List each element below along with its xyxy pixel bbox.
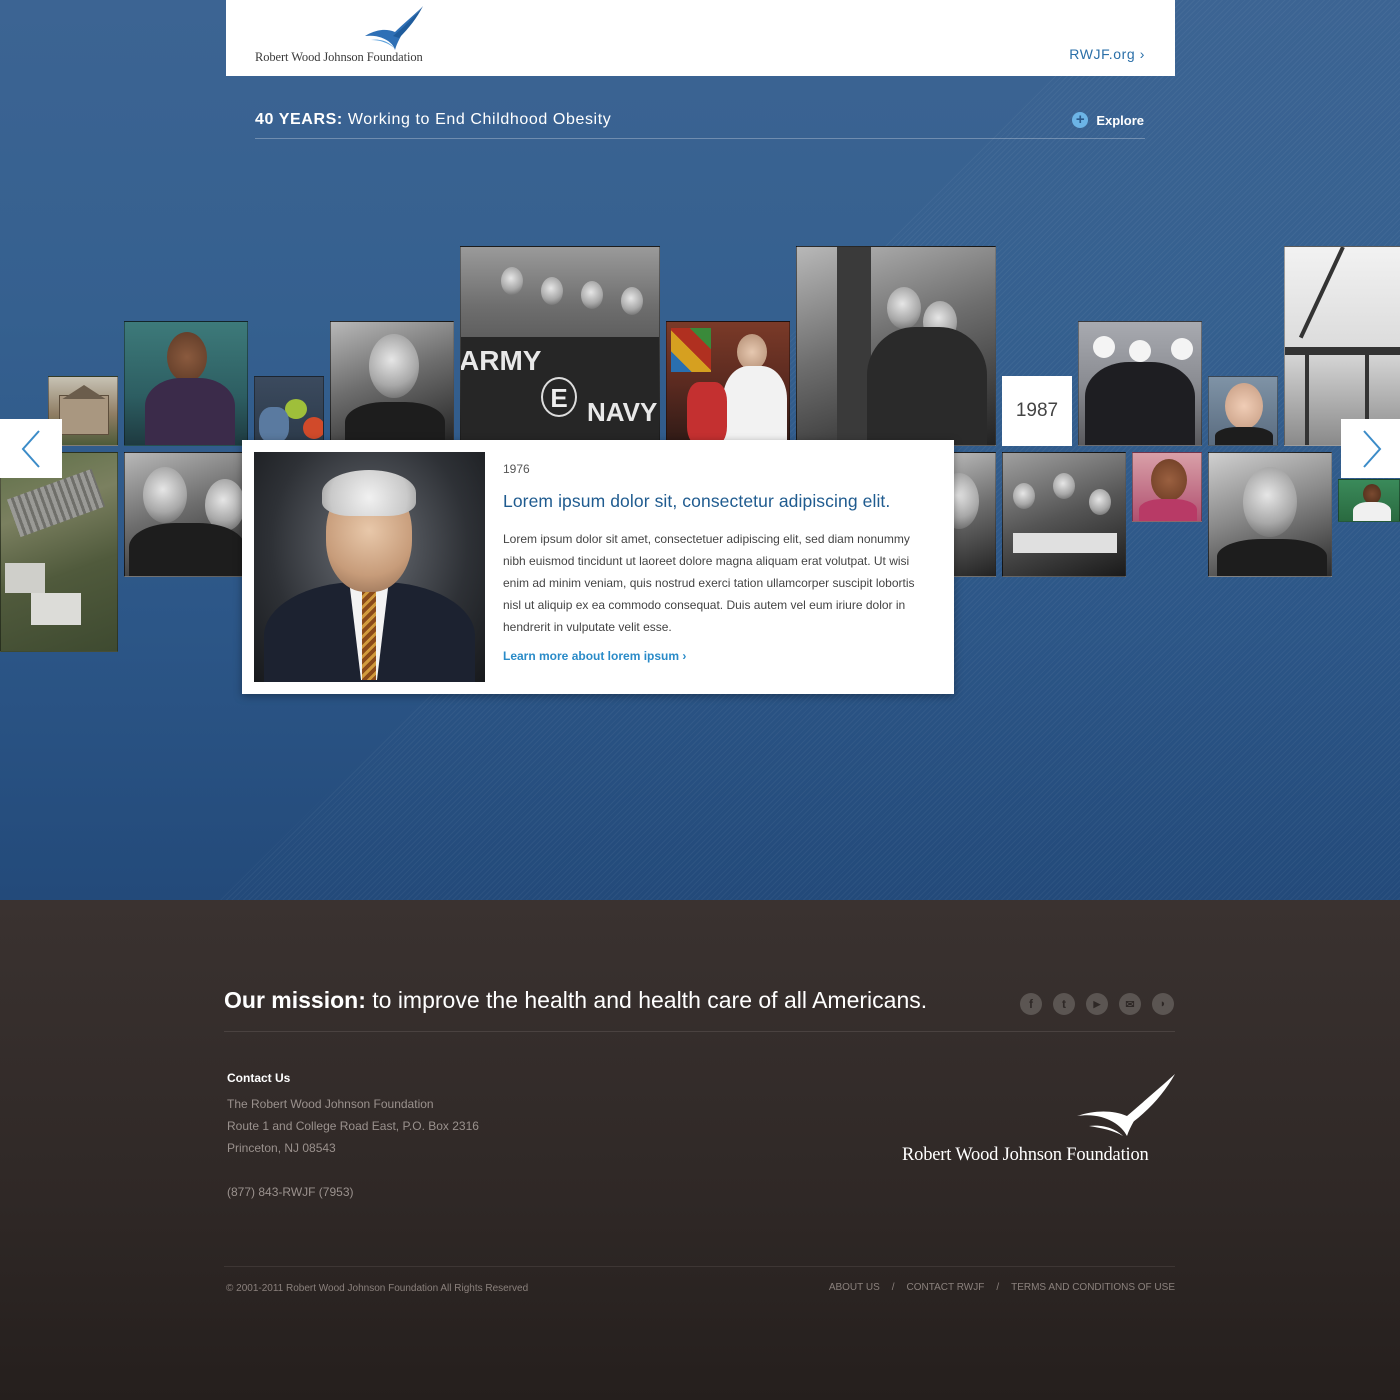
page-title: 40 YEARS: Working to End Childhood Obesi… xyxy=(255,111,611,129)
photo-tile-speaker[interactable] xyxy=(124,321,248,446)
explore-label: Explore xyxy=(1096,112,1144,128)
photo-tile-man-partial[interactable] xyxy=(948,452,996,577)
prev-arrow-button[interactable] xyxy=(0,419,62,478)
youtube-icon[interactable]: ▶ xyxy=(1086,993,1108,1015)
photo-tile-groundbreaking[interactable] xyxy=(1078,321,1202,446)
photo-tile-man-portrait-1[interactable] xyxy=(330,321,454,446)
terms-link[interactable]: TERMS AND CONDITIONS OF USE xyxy=(1011,1282,1175,1293)
banner-text-emblem: E xyxy=(541,377,577,417)
header-bar: Robert Wood Johnson Foundation RWJF.org … xyxy=(226,0,1175,76)
logo-text: Robert Wood Johnson Foundation xyxy=(255,50,423,64)
year-tile-1987[interactable]: 1987 xyxy=(1002,376,1072,446)
photo-tile-thinking-man[interactable] xyxy=(1208,452,1332,577)
footer-divider xyxy=(224,1031,1175,1032)
wings-icon xyxy=(365,6,423,50)
featured-portrait xyxy=(254,452,485,682)
photo-tile-construction[interactable] xyxy=(1284,246,1400,446)
section-titlebar: 40 YEARS: Working to End Childhood Obesi… xyxy=(255,104,1145,139)
photo-tile-two-men[interactable] xyxy=(124,452,248,577)
contact-heading: Contact Us xyxy=(227,1071,291,1085)
wings-icon xyxy=(1077,1074,1175,1136)
featured-body: Lorem ipsum dolor sit amet, consectetuer… xyxy=(503,532,915,634)
photo-tile-man-color[interactable] xyxy=(1338,479,1400,522)
footer-bottom-divider xyxy=(224,1266,1175,1267)
mission-text: to improve the health and health care of… xyxy=(372,987,928,1013)
about-us-link[interactable]: ABOUT US xyxy=(829,1282,880,1293)
photo-tile-smiling-girl[interactable] xyxy=(1132,452,1202,522)
contact-phone: (877) 843-RWJF (7953) xyxy=(227,1185,354,1199)
contact-address: Route 1 and College Road East, P.O. Box … xyxy=(227,1119,479,1133)
plus-icon: + xyxy=(1072,112,1089,128)
featured-story-card: 1976 Lorem ipsum dolor sit, consectetur … xyxy=(242,440,954,694)
featured-year: 1976 xyxy=(503,462,530,476)
photo-tile-reading[interactable] xyxy=(666,321,790,446)
featured-headline: Lorem ipsum dolor sit, consectetur adipi… xyxy=(503,491,891,511)
page-title-prefix: 40 YEARS: xyxy=(255,111,343,128)
contact-org: The Robert Wood Johnson Foundation xyxy=(227,1097,434,1111)
photo-tile-older-man[interactable] xyxy=(1208,376,1278,446)
contact-city: Princeton, NJ 08543 xyxy=(227,1141,336,1155)
footer-logo-text: Robert Wood Johnson Foundation xyxy=(902,1145,1149,1165)
link-separator: / xyxy=(996,1282,1000,1293)
photo-tile-vegetables[interactable] xyxy=(254,376,324,446)
chevron-right-icon xyxy=(1363,429,1382,468)
link-separator: / xyxy=(891,1282,895,1293)
rwjf-org-link[interactable]: RWJF.org › xyxy=(1069,46,1145,62)
twitter-icon[interactable]: t xyxy=(1053,993,1075,1015)
footer-links: ABOUT US / CONTACT RWJF / TERMS AND COND… xyxy=(829,1282,1175,1293)
footer-logo[interactable]: Robert Wood Johnson Foundation xyxy=(900,1074,1176,1166)
facebook-icon[interactable]: f xyxy=(1020,993,1042,1015)
copyright-text: © 2001-2011 Robert Wood Johnson Foundati… xyxy=(226,1283,529,1294)
email-icon[interactable]: ✉ xyxy=(1119,993,1141,1015)
mission-label: Our mission: xyxy=(224,987,366,1013)
hero-section: Robert Wood Johnson Foundation RWJF.org … xyxy=(0,0,1400,900)
social-links: f t ▶ ✉ ◗ xyxy=(1020,993,1174,1015)
chevron-left-icon xyxy=(21,429,40,468)
next-arrow-button[interactable] xyxy=(1341,419,1400,478)
site-footer: Our mission: to improve the health and h… xyxy=(0,900,1400,1400)
contact-rwjf-link[interactable]: CONTACT RWJF xyxy=(907,1282,985,1293)
learn-more-link[interactable]: Learn more about lorem ipsum › xyxy=(503,649,686,663)
banner-text-navy: NAVY xyxy=(587,397,658,427)
page-title-text: Working to End Childhood Obesity xyxy=(347,111,612,128)
rwjf-logo[interactable]: Robert Wood Johnson Foundation xyxy=(255,6,435,66)
explore-button[interactable]: + Explore xyxy=(1072,112,1144,128)
photo-tile-meeting[interactable] xyxy=(1002,452,1126,577)
photo-tile-aerial[interactable] xyxy=(0,452,118,652)
photo-tile-two-men-seated[interactable] xyxy=(796,246,996,446)
mission-statement: Our mission: to improve the health and h… xyxy=(224,987,927,1014)
banner-text-army: ARMY xyxy=(460,345,542,376)
contact-block: Contact Us The Robert Wood Johnson Found… xyxy=(227,1071,479,1203)
rss-icon[interactable]: ◗ xyxy=(1152,993,1174,1015)
photo-tile-army-navy[interactable]: ARMY E NAVY xyxy=(460,246,660,446)
